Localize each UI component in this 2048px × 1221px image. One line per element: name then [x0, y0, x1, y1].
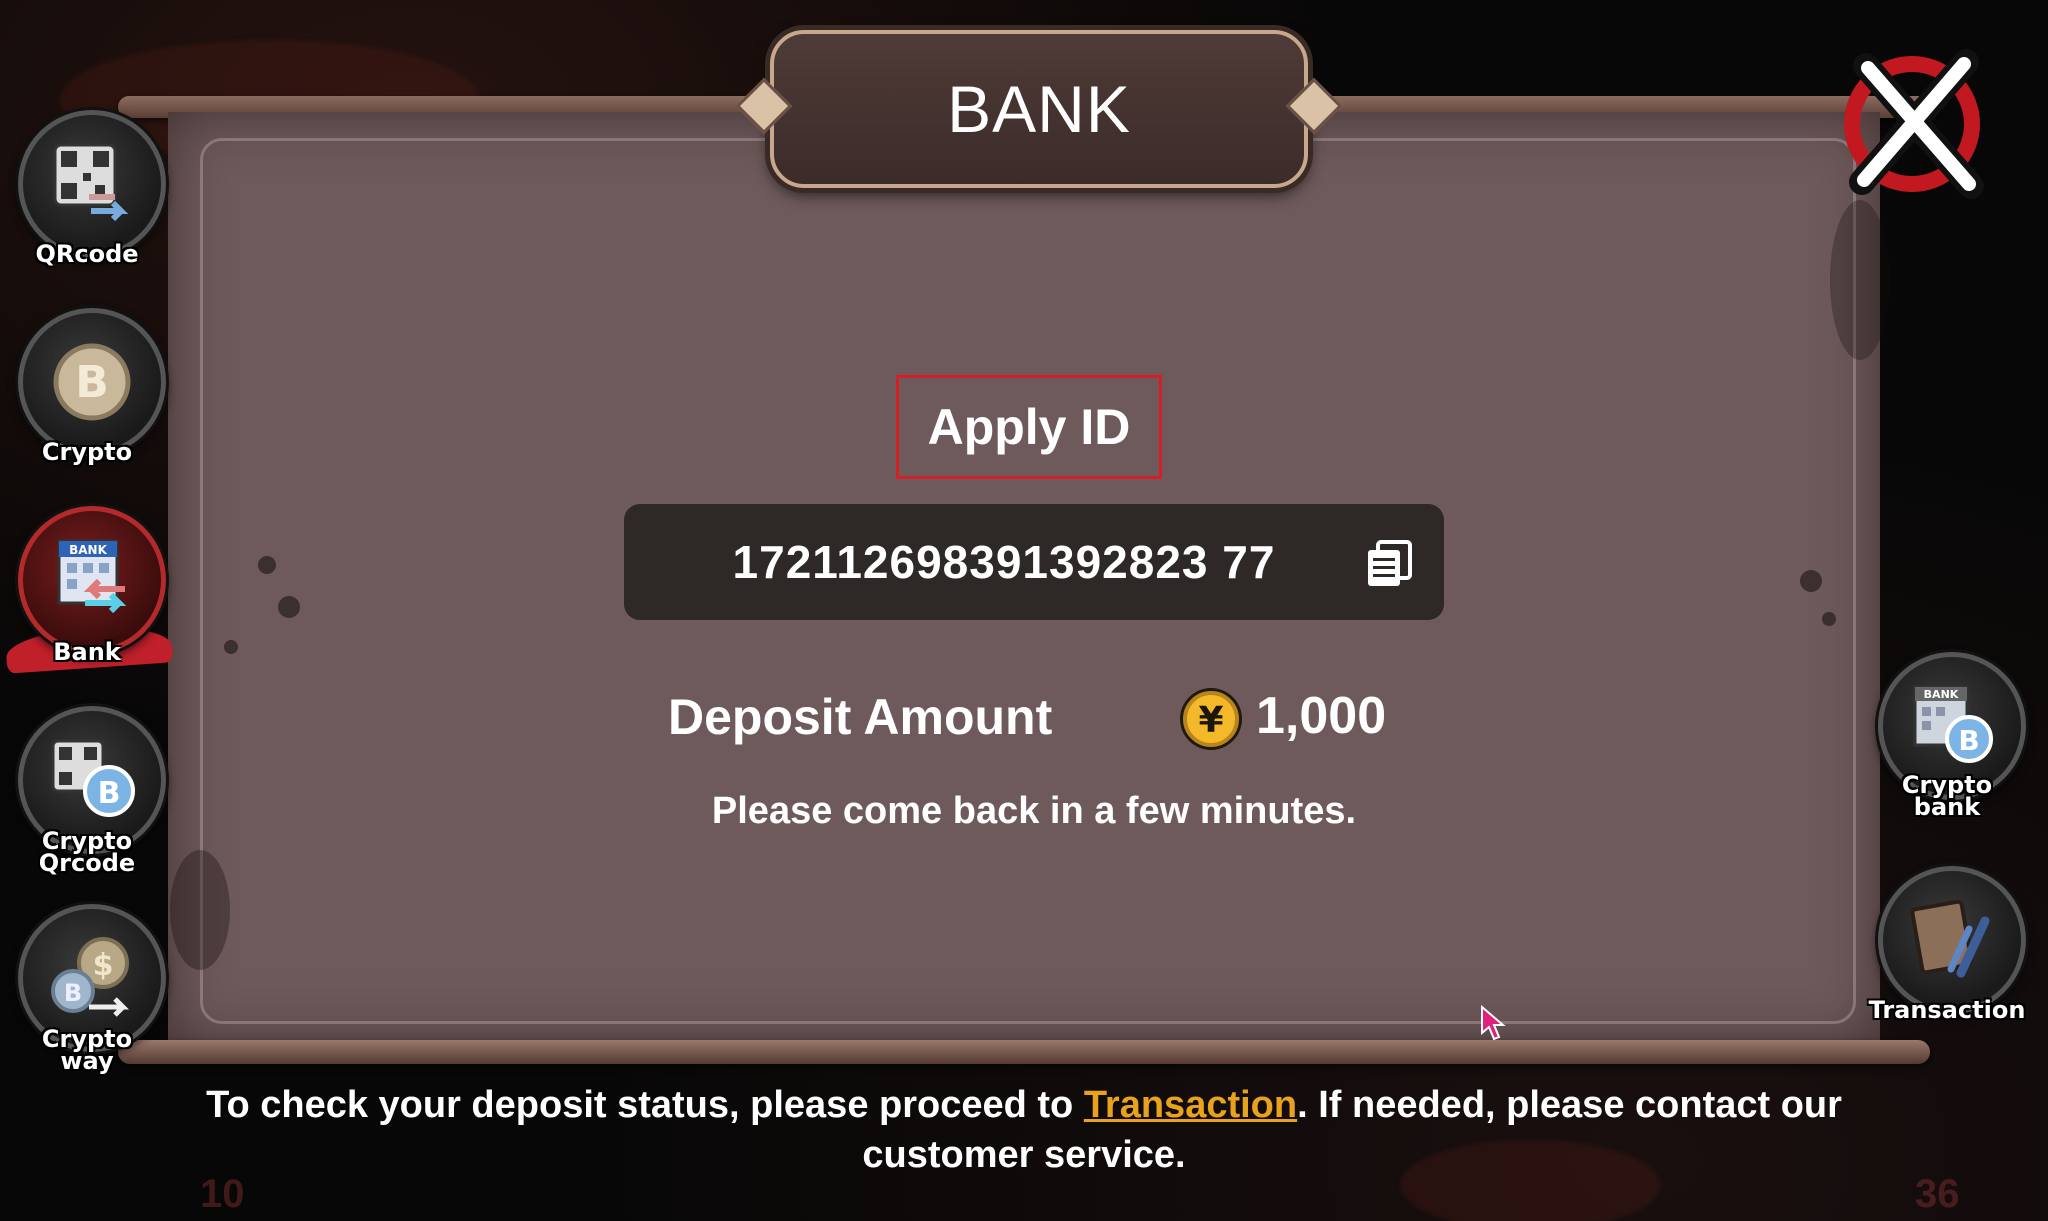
nav-circle: BANK: [18, 506, 166, 654]
mouse-cursor-icon: [1481, 1005, 1506, 1041]
sidebar-item-bank[interactable]: BANK Bank: [2, 506, 174, 686]
transaction-book-icon: [1910, 899, 1990, 978]
notice-text: Please come back in a few minutes.: [711, 790, 1357, 832]
svg-text:B: B: [75, 357, 109, 408]
crypto-bank-icon: BANK B: [1913, 685, 1993, 763]
sidebar-item-label: Crypto way: [41, 1025, 133, 1075]
svg-text:BANK: BANK: [69, 543, 107, 557]
ink-splatter: [278, 596, 300, 618]
footer-text: To check your deposit status, please pro…: [206, 1084, 1084, 1126]
bank-icon: BANK: [57, 539, 127, 614]
nav-circle: B: [18, 308, 166, 456]
scroll-rod-bottom: [118, 1040, 1930, 1064]
transaction-link[interactable]: Transaction: [1084, 1084, 1297, 1126]
close-icon: [1844, 49, 1984, 199]
sidebar-item-label: Crypto Qrcode: [38, 827, 136, 877]
ink-splatter: [258, 556, 276, 574]
sidebar-item-label: Crypto: [41, 438, 133, 466]
crypto-qrcode-icon: B: [51, 739, 135, 817]
background-badge: 36: [1915, 1172, 1960, 1216]
sidebar-item-crypto-qrcode[interactable]: B Crypto Qrcode: [2, 706, 172, 886]
svg-text:BANK: BANK: [1924, 688, 1959, 701]
ink-splatter: [224, 640, 238, 654]
sidebar-item-label: QRcode: [35, 240, 139, 268]
deposit-amount-value: 1,000: [1256, 687, 1387, 745]
ink-splatter: [170, 850, 230, 970]
svg-text:$: $: [93, 948, 114, 983]
crypto-way-icon: $ B: [51, 937, 130, 1017]
ink-splatter: [1830, 200, 1890, 360]
sidebar-item-crypto[interactable]: B Crypto: [2, 308, 172, 488]
sidebar-item-qrcode[interactable]: QRcode: [2, 110, 172, 290]
close-button[interactable]: [1836, 46, 1996, 206]
nav-circle: [18, 110, 166, 258]
footer-message: To check your deposit status, please pro…: [160, 1080, 1888, 1180]
sidebar-item-label: Transaction: [1868, 996, 2026, 1024]
svg-text:B: B: [64, 979, 82, 1007]
nav-circle: [1878, 866, 2026, 1014]
apply-id-value: 172112698391392823 77: [732, 536, 1276, 588]
svg-text:B: B: [98, 776, 121, 811]
apply-id-field: 172112698391392823 77: [624, 504, 1444, 620]
title-plaque: BANK: [770, 30, 1308, 188]
ink-splatter: [1822, 612, 1836, 626]
sidebar-item-label: Crypto bank: [1901, 771, 1993, 821]
sidebar-item-crypto-way[interactable]: $ B Crypto way: [2, 904, 172, 1084]
bitcoin-icon: B: [53, 343, 131, 421]
qrcode-icon: [53, 143, 129, 222]
svg-text:B: B: [1958, 724, 1979, 757]
copy-button[interactable]: [1364, 538, 1414, 588]
page-title: BANK: [947, 72, 1131, 146]
svg-text:¥: ¥: [1198, 700, 1223, 741]
sidebar-item-label: Bank: [53, 638, 121, 666]
apply-id-highlight: Apply ID: [896, 375, 1162, 479]
deposit-amount-label: Deposit Amount: [668, 689, 1053, 745]
copy-icon: [1368, 540, 1412, 586]
game-screen: 10 36 BANK QRcode B Crypto BANK Bank B C…: [0, 0, 2048, 1221]
apply-id-label: Apply ID: [927, 399, 1131, 455]
sidebar-item-transaction[interactable]: Transaction: [1862, 866, 2032, 1046]
yen-coin-icon: ¥: [1178, 686, 1244, 752]
sidebar-item-crypto-bank[interactable]: BANK B Crypto bank: [1862, 652, 2032, 832]
ink-splatter: [1800, 570, 1822, 592]
